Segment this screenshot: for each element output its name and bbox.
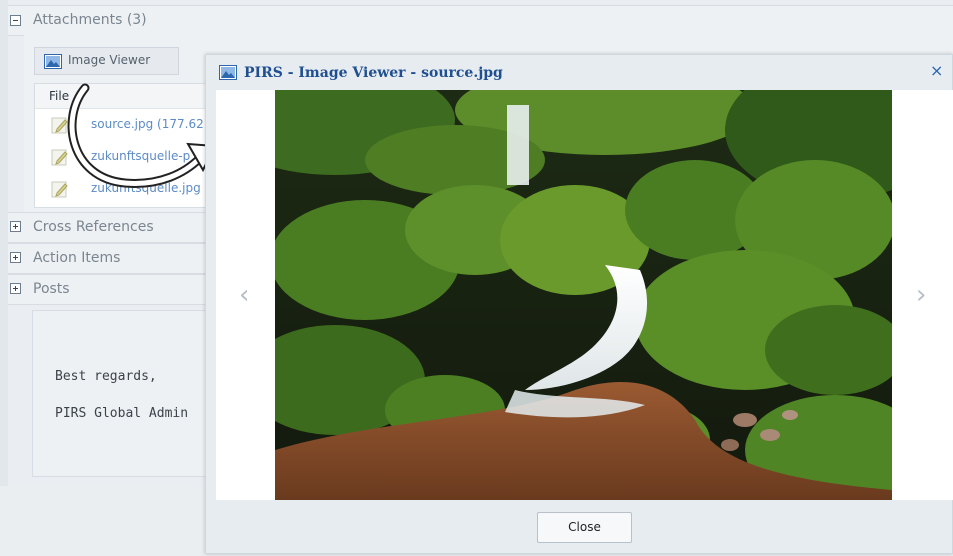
post-content: Best regards, PIRS Global Admin [32,310,222,477]
post-line: PIRS Global Admin [55,406,189,421]
image-viewer-label: Image Viewer [68,53,151,67]
posts-title: Posts [33,281,70,297]
post-line: Best regards, [55,369,157,384]
expand-icon[interactable] [10,221,21,232]
cross-references-title: Cross References [33,219,154,235]
image-icon [219,65,237,80]
expand-icon[interactable] [10,252,21,263]
collapse-icon[interactable] [10,15,21,26]
photo-illustration [275,90,892,500]
image-viewer-button[interactable]: Image Viewer [34,47,179,75]
next-arrow-icon[interactable]: › [916,280,926,310]
image-stage: ‹ › [216,90,953,500]
expand-icon[interactable] [10,283,21,294]
dialog-title: PIRS - Image Viewer - source.jpg [244,65,503,81]
image-viewer-dialog: PIRS - Image Viewer - source.jpg × ‹ › C… [205,54,953,554]
image-icon [44,54,62,69]
attachments-title: Attachments (3) [33,12,147,28]
close-icon[interactable]: × [930,61,943,80]
forest-waterfall-photo [275,90,892,500]
close-button[interactable]: Close [537,512,632,543]
left-gutter [0,0,8,486]
prev-arrow-icon[interactable]: ‹ [239,280,249,310]
action-items-title: Action Items [33,250,121,266]
dialog-footer: Close [206,500,952,553]
attachments-section-header[interactable]: Attachments (3) [8,5,953,36]
